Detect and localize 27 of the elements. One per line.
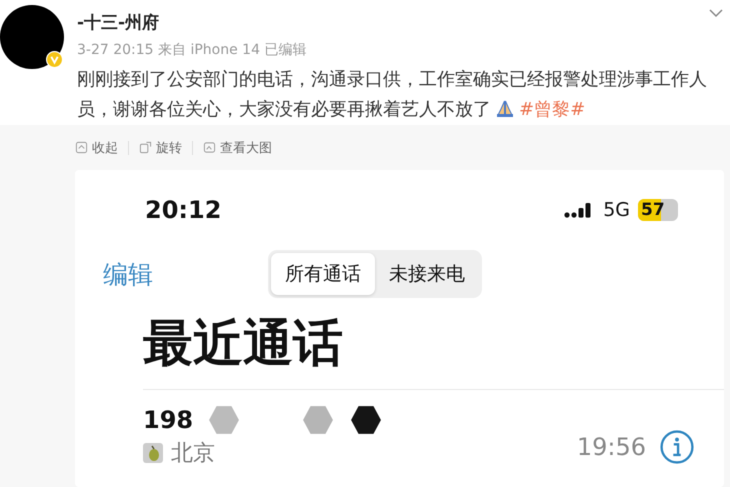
status-time: 20:12 [145, 196, 222, 224]
censor-mark [349, 404, 384, 436]
author-name[interactable]: -十三-州府 [77, 11, 712, 34]
post-meta: 3-27 20:15 来自 iPhone 14 已编辑 [77, 41, 308, 59]
censor-mark [301, 404, 336, 436]
chevron-down-icon[interactable] [708, 8, 724, 18]
info-icon[interactable] [660, 430, 694, 464]
rotate-icon [139, 141, 152, 154]
pear-icon [143, 443, 163, 463]
praying-hands-icon [495, 98, 515, 118]
action-button[interactable]: 收起 [75, 138, 118, 156]
action-button[interactable]: 旋转 [139, 138, 182, 156]
image-icon [203, 141, 216, 154]
call-time: 19:56 [576, 433, 646, 461]
caller-number: 198 [143, 406, 194, 434]
censor-mark [207, 404, 242, 436]
tab[interactable]: 所有通话 [271, 253, 375, 295]
edit-button[interactable]: 编辑 [103, 258, 153, 290]
tab[interactable]: 未接来电 [375, 253, 479, 295]
page-title: 最近通话 [143, 313, 344, 374]
call-location: 北京 [171, 440, 215, 468]
network-label: 5G [603, 199, 630, 221]
avatar[interactable] [0, 5, 64, 69]
hashtag-link[interactable]: #曾黎# [519, 99, 586, 120]
post-text: 刚刚接到了公安部门的电话，沟通录口供，工作室确实已经报警处理涉事工作人员，谢谢各位关心，大家没有必要再揪着艺人不放了 #曾黎# [77, 68, 708, 122]
action-button[interactable]: 查看大图 [203, 138, 272, 156]
collapse-icon [75, 141, 88, 154]
